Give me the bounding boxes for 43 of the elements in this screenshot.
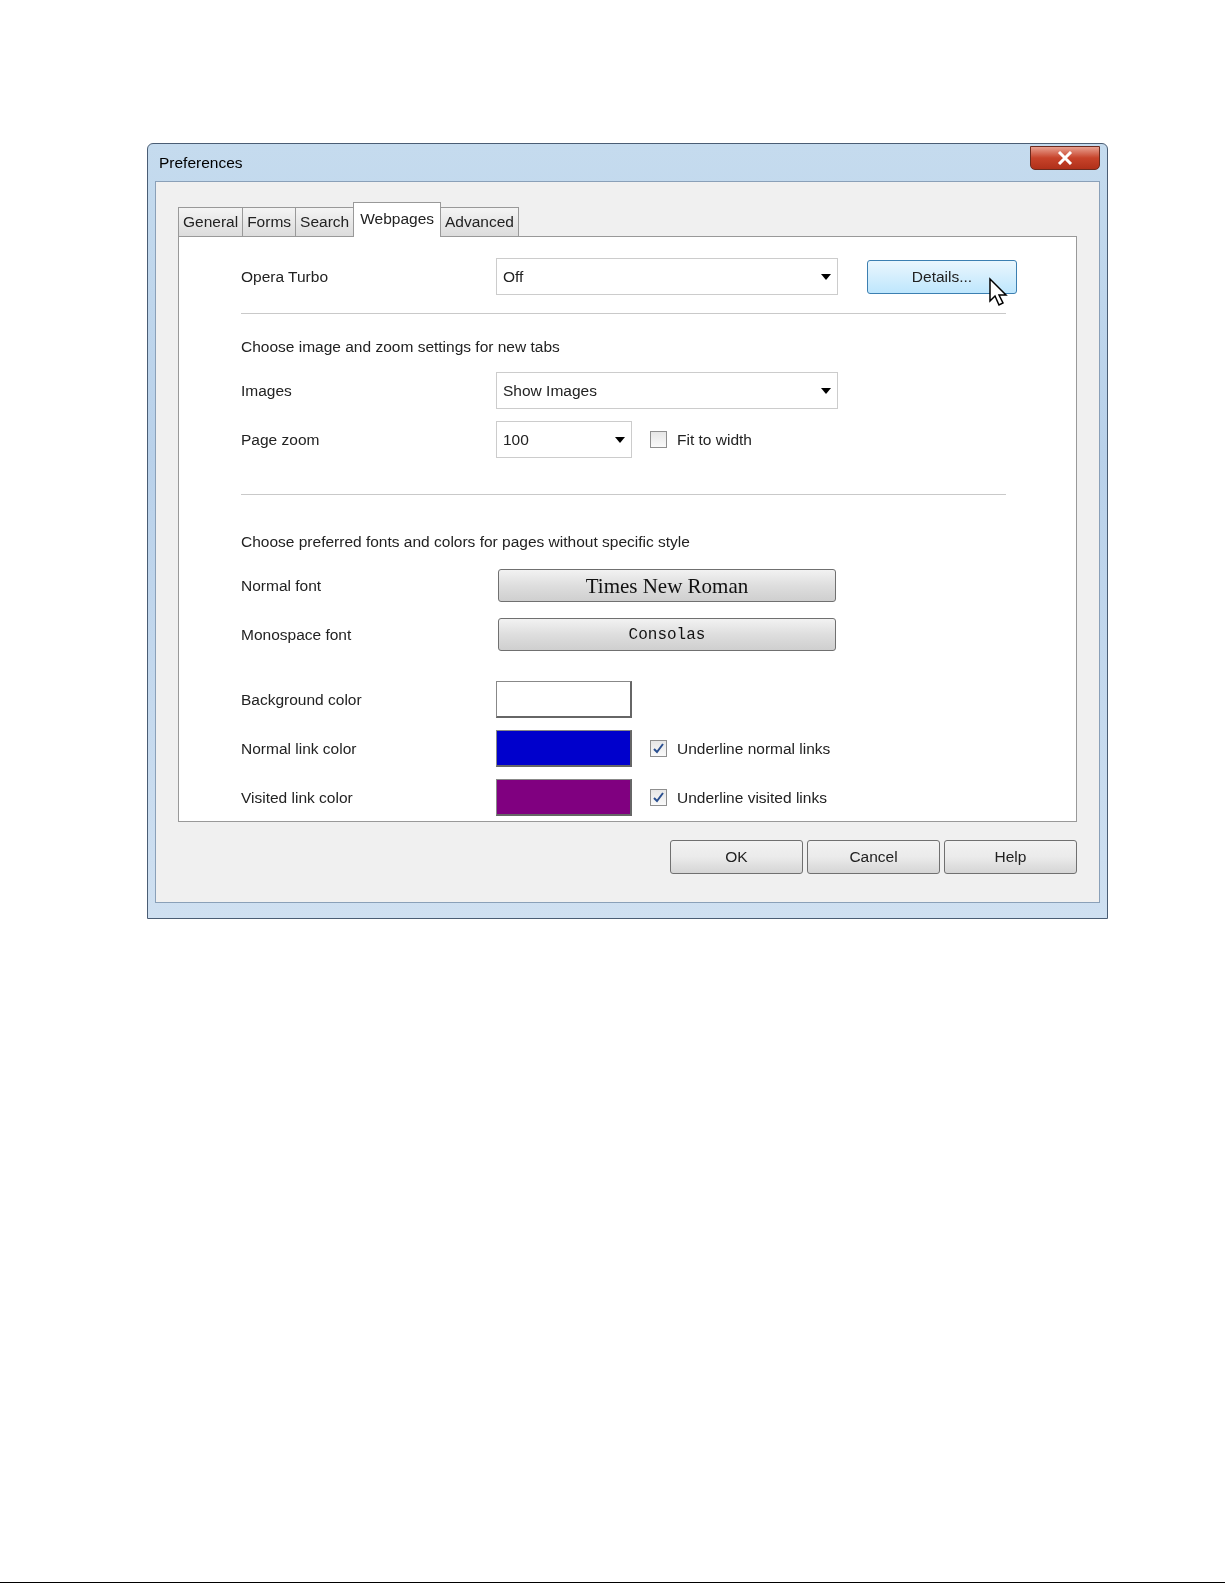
tab[interactable]: Forms — [242, 207, 297, 236]
font-button[interactable]: Consolas — [498, 618, 836, 651]
field-label: Images — [241, 380, 293, 401]
field-label: Normal font — [241, 575, 323, 596]
dropdown-value: 100 — [503, 429, 529, 450]
checkbox[interactable] — [650, 740, 667, 757]
field-label: Normal link color — [241, 738, 358, 759]
section-heading: Choose preferred fonts and colors for pages without specific style — [241, 532, 691, 553]
dropdown[interactable]: 100 — [496, 421, 632, 458]
dropdown[interactable]: Show Images — [496, 372, 838, 409]
close-icon — [1057, 150, 1073, 165]
section-heading: Choose image and zoom settings for new tabs — [241, 337, 561, 358]
field-label: Page zoom — [241, 429, 321, 450]
dropdown-caret-icon — [821, 273, 831, 280]
font-button[interactable]: Times New Roman — [498, 569, 836, 602]
checkbox-label: Underline visited links — [677, 787, 827, 808]
details-button[interactable]: Details... — [867, 259, 1017, 294]
dropdown-value: Off — [503, 266, 524, 287]
dialog-button[interactable]: OK — [670, 840, 803, 874]
checkbox-label: Fit to width — [677, 429, 752, 450]
dialog-button[interactable]: Help — [944, 840, 1077, 874]
field-label: Monospace font — [241, 624, 353, 645]
field-label: Visited link color — [241, 787, 354, 808]
dropdown[interactable]: Off — [496, 258, 838, 295]
checkbox[interactable] — [650, 789, 667, 806]
color-swatch[interactable] — [496, 779, 632, 816]
dropdown-caret-icon — [821, 387, 831, 394]
checkbox[interactable] — [650, 431, 667, 448]
dropdown-caret-icon — [615, 436, 625, 443]
color-swatch[interactable] — [496, 730, 632, 767]
tab[interactable]: Webpages — [353, 202, 442, 237]
tab[interactable]: Search — [295, 207, 355, 236]
dropdown-value: Show Images — [503, 380, 597, 401]
close-button[interactable] — [1030, 145, 1100, 170]
field-label: Background color — [241, 689, 363, 710]
tab[interactable]: Advanced — [440, 207, 519, 236]
field-label: Opera Turbo — [241, 266, 330, 287]
window-title: Preferences — [159, 152, 243, 173]
checkbox-label: Underline normal links — [677, 738, 831, 759]
tab[interactable]: General — [178, 207, 244, 236]
dialog-button[interactable]: Cancel — [807, 840, 940, 874]
color-swatch[interactable] — [496, 681, 632, 718]
mouse-pointer-icon — [988, 277, 1010, 307]
